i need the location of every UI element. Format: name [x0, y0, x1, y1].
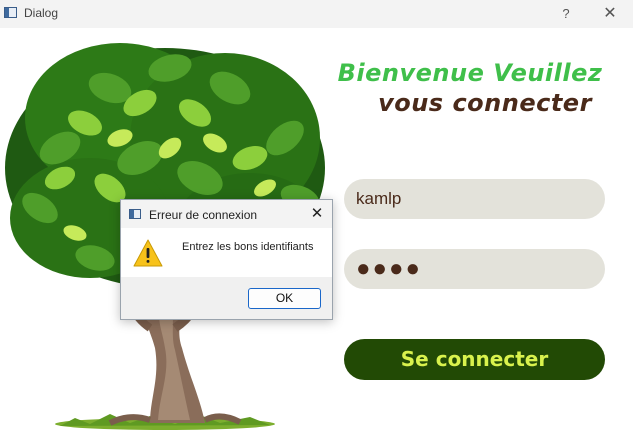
message-box-body: Entrez les bons identifiants [121, 228, 332, 277]
message-box-window-icon [129, 209, 141, 219]
message-box-titlebar: Erreur de connexion ✕ [121, 200, 332, 228]
window-close-button[interactable]: ✕ [598, 4, 622, 24]
warning-icon [133, 239, 163, 267]
welcome-heading: Bienvenue Veuillez vous connecter [335, 58, 605, 118]
message-box-close-button[interactable]: ✕ [307, 204, 327, 224]
welcome-heading-line2: vous connecter [378, 89, 592, 117]
window-title: Dialog [24, 6, 59, 20]
password-input[interactable]: ●●●● [344, 249, 605, 289]
error-message-box: Erreur de connexion ✕ Entrez les bons id… [120, 199, 333, 320]
ok-button[interactable]: OK [248, 288, 321, 309]
welcome-heading-line1: Bienvenue Veuillez [337, 59, 603, 87]
login-dialog-window: Dialog ? ✕ Bienvenue Veuillez vous conne… [0, 0, 633, 437]
app-window-icon [4, 7, 17, 18]
message-box-title: Erreur de connexion [149, 208, 258, 222]
login-button[interactable]: Se connecter [344, 339, 605, 380]
window-titlebar: Dialog ? ✕ [0, 0, 633, 28]
username-input[interactable]: kamlp [344, 179, 605, 219]
help-button[interactable]: ? [556, 4, 576, 24]
message-box-text: Entrez les bons identifiants [182, 241, 314, 253]
